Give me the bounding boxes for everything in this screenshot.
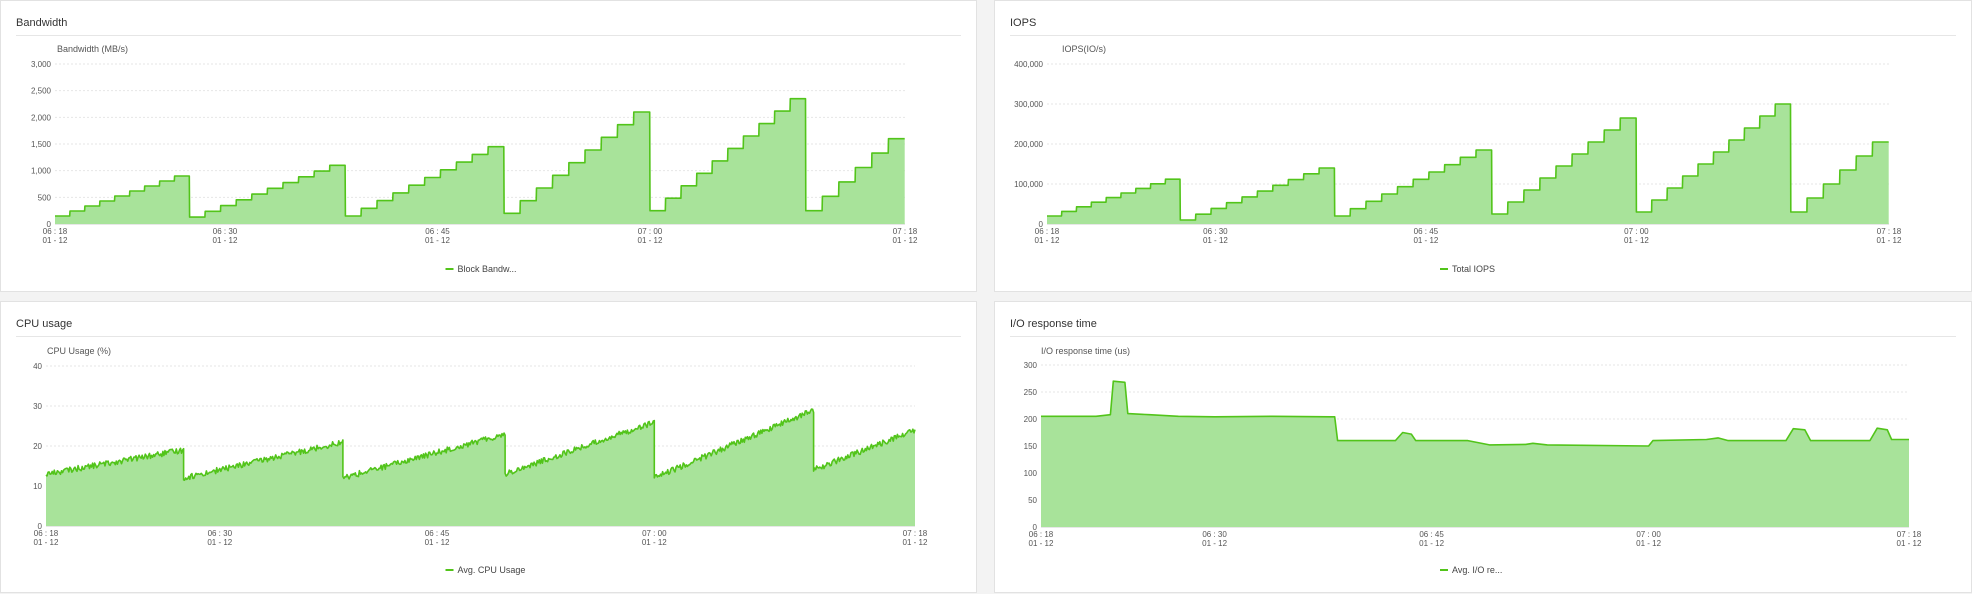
x-tick-label: 06 : 45	[1414, 227, 1439, 236]
x-tick-label: 07 : 00	[1636, 530, 1661, 539]
legend-label: Avg. I/O re...	[1452, 565, 1502, 575]
x-tick-date-label: 01 - 12	[903, 538, 928, 547]
series-area	[1041, 381, 1909, 527]
y-tick-label: 100,000	[1014, 180, 1043, 189]
x-tick-label: 06 : 18	[43, 227, 68, 236]
y-tick-label: 30	[33, 402, 42, 411]
y-tick-label: 150	[1024, 442, 1038, 451]
y-tick-label: 100	[1024, 469, 1038, 478]
cpu-usage-panel: CPU usage CPU Usage (%) 0 10 20 30 40 06 : 18 0…	[0, 301, 977, 593]
y-tick-label: 2,000	[31, 113, 52, 122]
y-tick-label: 200,000	[1014, 140, 1043, 149]
y-tick-label: 1,500	[31, 140, 52, 149]
x-tick-label: 06 : 18	[1035, 227, 1060, 236]
x-tick-label: 07 : 00	[638, 227, 663, 236]
y-axis-unit-label: CPU Usage (%)	[47, 346, 111, 356]
y-tick-label: 40	[33, 362, 42, 371]
x-tick-label: 06 : 30	[208, 529, 233, 538]
x-tick-date-label: 01 - 12	[425, 538, 450, 547]
x-tick-date-label: 01 - 12	[43, 236, 68, 245]
y-tick-label: 10	[33, 482, 42, 491]
bandwidth-chart: Bandwidth (MB/s)05001,0001,5002,0002,500…	[31, 44, 918, 274]
x-tick-date-label: 01 - 12	[642, 538, 667, 547]
legend-item[interactable]: Avg. I/O re...	[1440, 565, 1502, 575]
x-tick-date-label: 01 - 12	[1203, 236, 1228, 245]
x-tick-label: 06 : 45	[425, 227, 450, 236]
legend-label: Avg. CPU Usage	[458, 565, 526, 575]
x-tick-date-label: 01 - 12	[34, 538, 59, 547]
x-tick-date-label: 01 - 12	[1029, 539, 1054, 548]
legend-item[interactable]: Total IOPS	[1440, 264, 1495, 274]
io-response-time-chart: I/O response time (us)050100150200250300…	[1024, 346, 1922, 575]
x-tick-date-label: 01 - 12	[425, 236, 450, 245]
legend-item[interactable]: Avg. CPU Usage	[445, 565, 526, 575]
series-area	[46, 409, 915, 526]
y-tick-label: 20	[33, 442, 42, 451]
x-tick-label: 07 : 18	[893, 227, 918, 236]
y-tick-label: 300	[1024, 361, 1038, 370]
y-tick-label: 50	[1028, 496, 1037, 505]
x-tick-date-label: 01 - 12	[1624, 236, 1649, 245]
y-tick-label: 1,000	[31, 167, 52, 176]
x-tick-date-label: 01 - 12	[638, 236, 663, 245]
bandwidth-panel: Bandwidth Bandwidth (MB/s) 0 500 1,000 1,500…	[0, 0, 977, 292]
legend-item[interactable]: Block Bandw...	[445, 264, 517, 274]
y-tick-label: 3,000	[31, 60, 52, 69]
x-tick-label: 07 : 18	[1877, 227, 1902, 236]
y-axis-unit-label: I/O response time (us)	[1041, 346, 1130, 356]
y-axis-unit-label: IOPS(IO/s)	[1062, 44, 1106, 54]
y-tick-label: 250	[1024, 388, 1038, 397]
x-tick-label: 07 : 00	[1624, 227, 1649, 236]
x-tick-label: 06 : 18	[34, 529, 59, 538]
iops-chart: IOPS(IO/s)0100,000200,000300,000400,0000…	[1014, 44, 1902, 274]
io-response-time-panel: I/O response time I/O response time (us)…	[994, 301, 1972, 593]
x-tick-label: 06 : 18	[1029, 530, 1054, 539]
x-tick-date-label: 01 - 12	[1877, 236, 1902, 245]
x-tick-date-label: 01 - 12	[1413, 236, 1438, 245]
x-tick-label: 06 : 30	[213, 227, 238, 236]
y-tick-label: 500	[38, 193, 52, 202]
x-tick-date-label: 01 - 12	[1636, 539, 1661, 548]
iops-panel: IOPS IOPS(IO/s) 0 100,000 200,000 300,000 400…	[994, 0, 1972, 292]
x-tick-label: 06 : 45	[425, 529, 450, 538]
x-tick-date-label: 01 - 12	[893, 236, 918, 245]
x-tick-label: 06 : 45	[1419, 530, 1444, 539]
x-tick-label: 06 : 30	[1202, 530, 1227, 539]
y-axis-unit-label: Bandwidth (MB/s)	[57, 44, 128, 54]
y-tick-label: 2,500	[31, 87, 52, 96]
legend-label: Total IOPS	[1452, 264, 1495, 274]
x-tick-date-label: 01 - 12	[1035, 236, 1060, 245]
x-tick-label: 07 : 18	[903, 529, 928, 538]
cpu-usage-chart: CPU Usage (%)01020304006 : 1801 - 1206 :…	[33, 346, 928, 575]
x-tick-date-label: 01 - 12	[1419, 539, 1444, 548]
x-tick-date-label: 01 - 12	[207, 538, 232, 547]
x-tick-label: 07 : 18	[1897, 530, 1922, 539]
y-tick-label: 400,000	[1014, 60, 1043, 69]
x-tick-label: 06 : 30	[1203, 227, 1228, 236]
x-tick-date-label: 01 - 12	[213, 236, 238, 245]
y-tick-label: 200	[1024, 415, 1038, 424]
x-tick-label: 07 : 00	[642, 529, 667, 538]
y-tick-label: 300,000	[1014, 100, 1043, 109]
x-tick-date-label: 01 - 12	[1897, 539, 1922, 548]
x-tick-date-label: 01 - 12	[1202, 539, 1227, 548]
series-area	[1047, 104, 1889, 224]
legend-label: Block Bandw...	[458, 264, 517, 274]
